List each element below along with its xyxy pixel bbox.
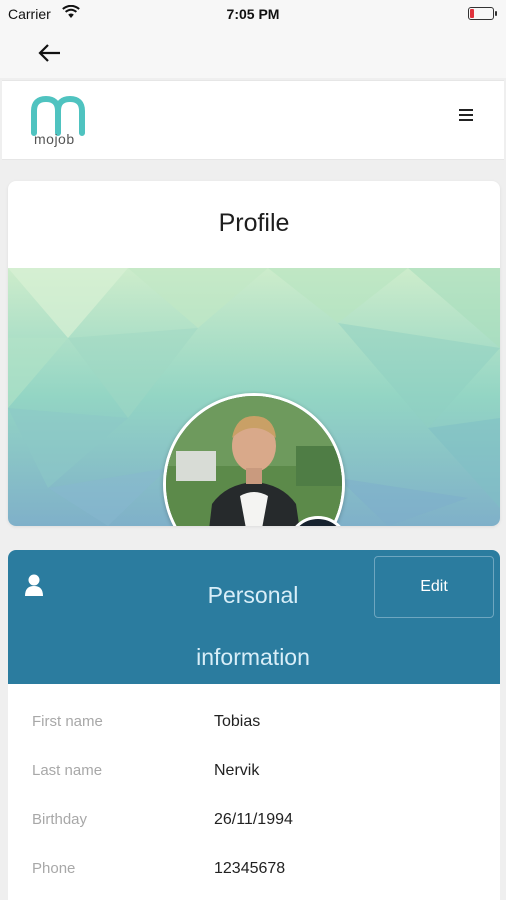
edit-button[interactable]: Edit bbox=[374, 556, 494, 618]
field-value: 26/11/1994 bbox=[214, 811, 293, 828]
clock: 7:05 PM bbox=[226, 6, 280, 22]
user-icon bbox=[24, 574, 44, 596]
field-label: First name bbox=[32, 713, 103, 730]
list-item: Phone 12345678 bbox=[8, 860, 500, 890]
personal-info-card: Personal information Edit First name Tob… bbox=[8, 550, 500, 900]
navigation-bar bbox=[0, 28, 506, 78]
profile-photo bbox=[163, 393, 345, 526]
profile-card: Profile bbox=[8, 181, 500, 526]
list-item: First name Tobias bbox=[8, 713, 500, 743]
logo-text: mojob bbox=[34, 131, 75, 147]
personal-info-header: Personal information Edit bbox=[8, 550, 500, 684]
page-title: Profile bbox=[218, 209, 290, 237]
list-item: Last name Nervik bbox=[8, 762, 500, 792]
field-value: Nervik bbox=[214, 762, 260, 779]
field-value: Tobias bbox=[214, 713, 261, 730]
field-label: Phone bbox=[32, 860, 76, 877]
field-label: Last name bbox=[32, 762, 103, 779]
profile-banner bbox=[8, 268, 500, 526]
field-label: Birthday bbox=[32, 811, 88, 828]
section-title: Personal information bbox=[196, 582, 310, 670]
back-arrow-icon[interactable] bbox=[36, 40, 64, 66]
hamburger-menu-icon[interactable] bbox=[458, 107, 474, 123]
avatar bbox=[163, 393, 349, 526]
battery-icon bbox=[468, 7, 498, 23]
list-item: Birthday 26/11/1994 bbox=[8, 811, 500, 841]
app-header: mojob bbox=[2, 80, 504, 160]
status-bar: Carrier 7:05 PM bbox=[0, 0, 506, 28]
field-value: 12345678 bbox=[214, 860, 286, 877]
